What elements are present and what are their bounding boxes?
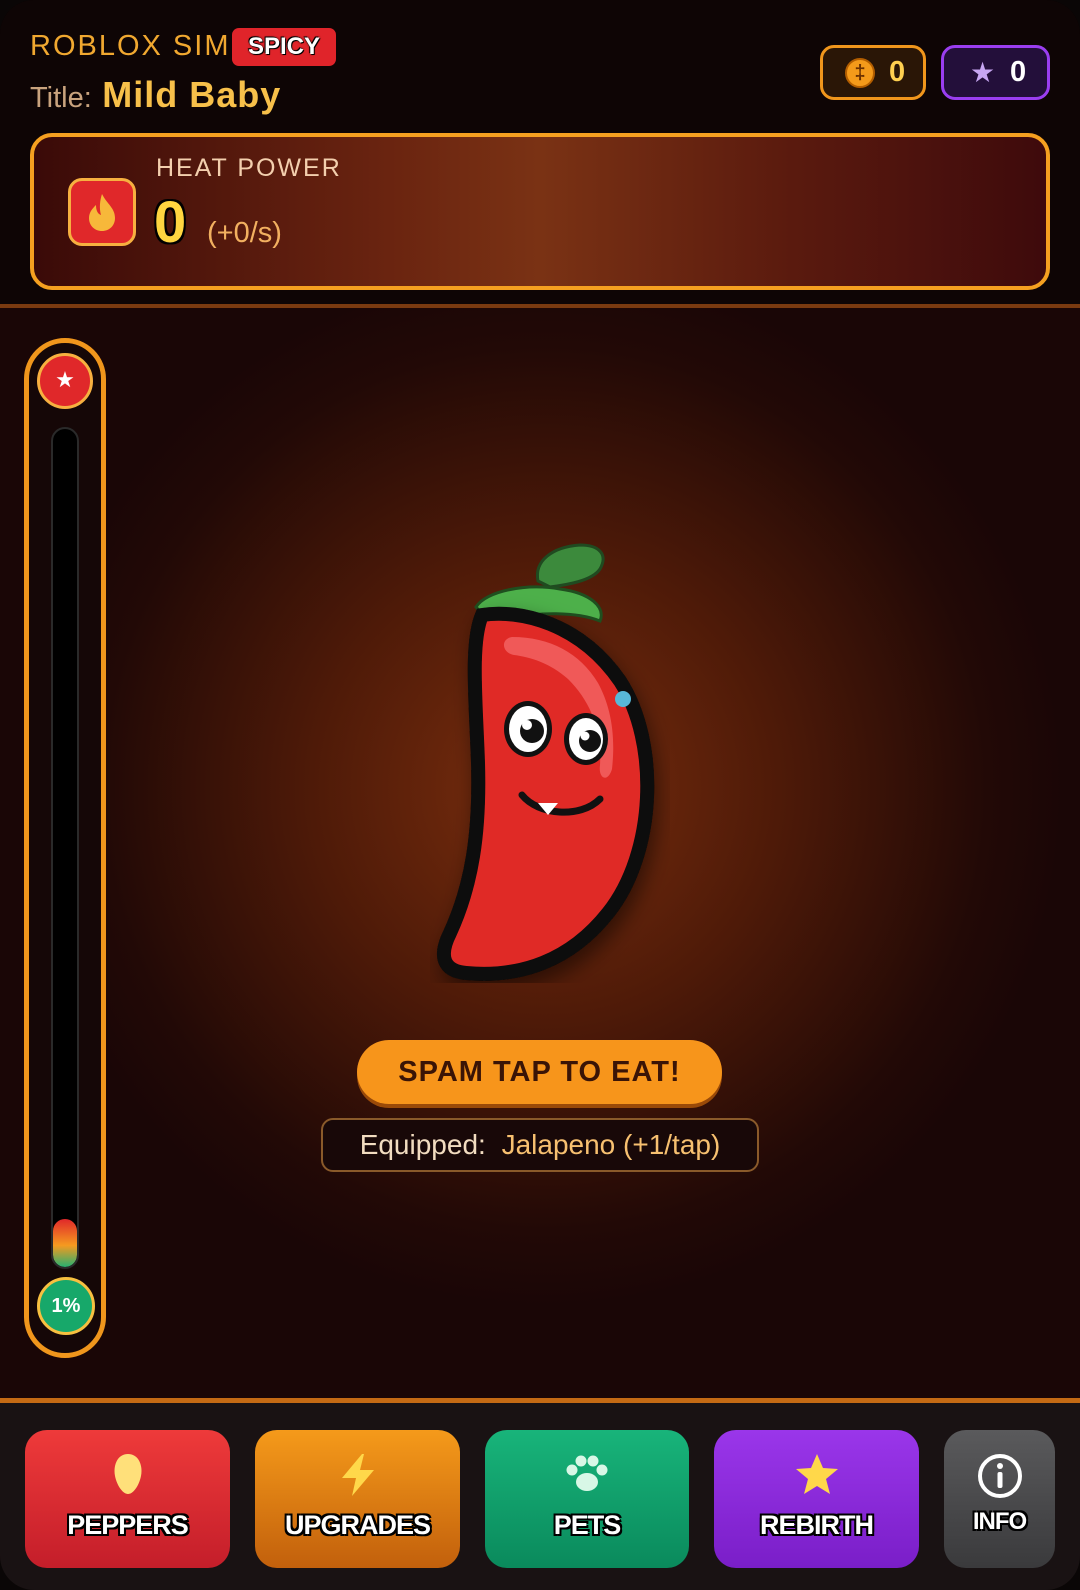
heat-power-label: HEAT POWER (156, 154, 342, 182)
flame-icon (68, 178, 136, 246)
rebirth-button[interactable]: REBIRTH (714, 1430, 919, 1568)
meter-star-icon: ★ (37, 353, 93, 409)
star-icon: ★ (970, 57, 996, 88)
star-icon (714, 1452, 919, 1501)
equipped-value: Jalapeno (+1/tap) (501, 1129, 721, 1160)
meter-fill (53, 1219, 77, 1267)
bolt-icon (255, 1452, 460, 1503)
star-counter: ★ 0 (941, 45, 1050, 100)
info-icon (944, 1452, 1055, 1505)
equipped-pepper: Equipped: Jalapeno (+1/tap) (321, 1118, 759, 1172)
rebirth-label: REBIRTH (760, 1510, 874, 1540)
meter-percent: 1% (37, 1277, 95, 1335)
coin-counter: ‡ 0 (820, 45, 926, 100)
heat-power-card: HEAT POWER 0 (+0/s) (30, 133, 1050, 290)
bottom-nav: PEPPERS UPGRADES PETS REBIRTH INFO (0, 1398, 1080, 1590)
upgrades-label: UPGRADES (284, 1510, 431, 1540)
peppers-button[interactable]: PEPPERS (25, 1430, 230, 1568)
spice-meter: ★ 1% (24, 338, 106, 1358)
paw-icon (485, 1452, 689, 1499)
info-button[interactable]: INFO (944, 1430, 1055, 1568)
pets-label: PETS (553, 1510, 622, 1540)
peppers-label: PEPPERS (67, 1510, 189, 1540)
heat-power-value: 0 (154, 190, 187, 255)
coin-icon: ‡ (845, 58, 875, 88)
game-screen: ROBLOX SIM SPICY Title: Mild Baby ‡ 0 ★ … (0, 0, 1080, 1590)
info-label: INFO (972, 1508, 1027, 1535)
pepper-character[interactable] (430, 533, 670, 983)
title-label: Title: (30, 82, 92, 114)
meter-track (51, 427, 79, 1269)
equipped-label: Equipped: (359, 1129, 486, 1160)
app-name: ROBLOX SIM (30, 30, 231, 62)
title-value: Mild Baby (102, 74, 282, 115)
star-value: 0 (1010, 56, 1027, 88)
coin-value: 0 (889, 56, 906, 88)
pets-button[interactable]: PETS (485, 1430, 689, 1568)
player-title: Title: Mild Baby (30, 74, 281, 116)
heat-power-rate: (+0/s) (207, 217, 282, 249)
upgrades-button[interactable]: UPGRADES (255, 1430, 460, 1568)
header: ROBLOX SIM SPICY Title: Mild Baby ‡ 0 ★ … (0, 0, 1080, 308)
spicy-badge: SPICY (232, 28, 337, 66)
tap-to-eat-button[interactable]: SPAM TAP TO EAT! (357, 1040, 722, 1104)
pepper-icon (25, 1452, 230, 1501)
game-stage: ★ 1% SPAM TAP TO EAT! Equipped: Jalapeno… (0, 308, 1080, 1398)
